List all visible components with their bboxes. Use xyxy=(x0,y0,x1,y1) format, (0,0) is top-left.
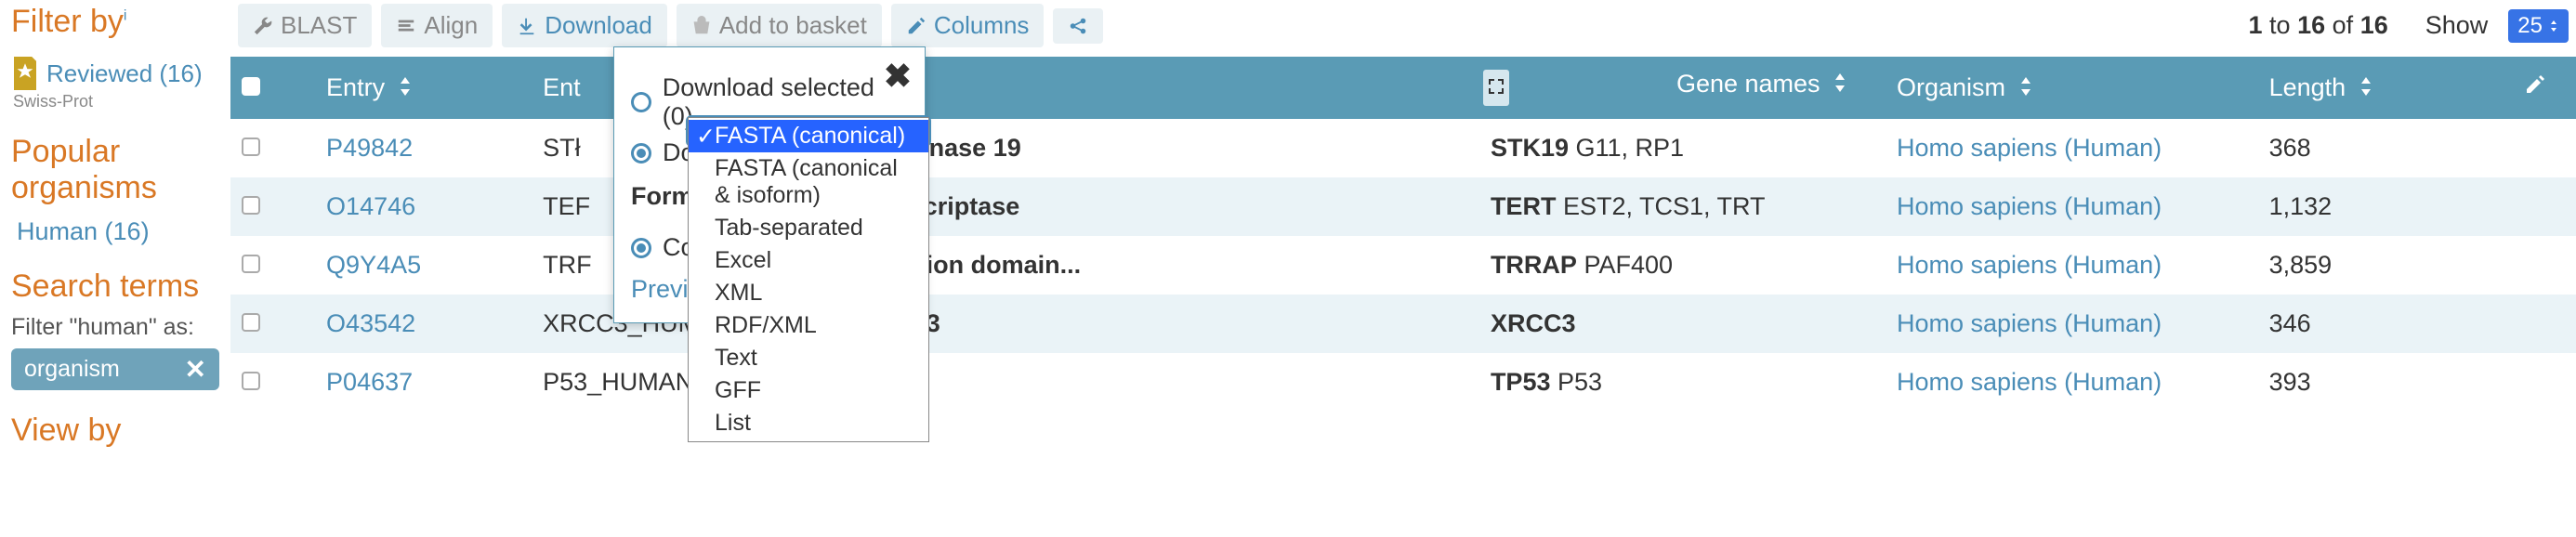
sort-icon xyxy=(398,77,413,96)
entry-link[interactable]: P49842 xyxy=(326,134,413,162)
table-row: O43542 XRCC3_HUMAXRCC3 XRCC3 Homo sapien… xyxy=(230,295,2576,353)
entry-link[interactable]: O14746 xyxy=(326,192,415,220)
reviewed-link[interactable]: Reviewed (16) xyxy=(46,59,203,88)
format-option[interactable]: Excel xyxy=(689,244,928,277)
align-icon xyxy=(396,16,416,36)
row-checkbox[interactable] xyxy=(230,353,315,412)
organism-link[interactable]: Homo sapiens (Human) xyxy=(1897,309,2162,337)
view-by-heading: View by xyxy=(11,413,219,449)
swiss-prot-label: Swiss-Prot xyxy=(13,92,219,111)
gene-cell: STK19 G11, RP1 xyxy=(1479,119,1886,177)
gene-cell: TRRAP PAF400 xyxy=(1479,236,1886,295)
pagination-info: 1 to 16 of 16 xyxy=(2249,11,2388,40)
organism-link[interactable]: Homo sapiens (Human) xyxy=(1897,368,2162,396)
table-row: O14746 TEFe transcriptase TERT EST2, TCS… xyxy=(230,177,2576,236)
results-table: Entry Ent Gene names Organism Length P49… xyxy=(230,57,2576,412)
search-terms-heading: Search terms xyxy=(11,268,219,305)
gene-cell: XRCC3 xyxy=(1479,295,1886,353)
length-header[interactable]: Length xyxy=(2258,57,2495,119)
table-row: P04637 P53_HUMANgen p53 TP53 P53 Homo sa… xyxy=(230,353,2576,412)
format-option[interactable]: Text xyxy=(689,342,928,374)
pencil-icon xyxy=(2524,73,2546,96)
blast-button[interactable]: BLAST xyxy=(238,4,372,47)
length-cell: 346 xyxy=(2258,295,2495,353)
row-checkbox[interactable] xyxy=(230,236,315,295)
organism-header[interactable]: Organism xyxy=(1886,57,2258,119)
popular-organisms-heading: Popular organisms xyxy=(11,134,219,206)
gene-cell: TP53 P53 xyxy=(1479,353,1886,412)
reviewed-star-icon xyxy=(11,57,39,90)
show-label: Show xyxy=(2425,11,2489,40)
gene-cell: TERT EST2, TCS1, TRT xyxy=(1479,177,1886,236)
share-icon xyxy=(1068,16,1088,36)
entry-link[interactable]: O43542 xyxy=(326,309,415,337)
entry-name-cell: P53_HUMANgen p53 xyxy=(532,353,1479,412)
format-option[interactable]: Tab-separated xyxy=(689,212,928,244)
edit-columns-header[interactable] xyxy=(2495,57,2576,119)
close-icon[interactable]: ✖ xyxy=(884,57,912,96)
entry-link[interactable]: Q9Y4A5 xyxy=(326,251,421,279)
format-option[interactable]: List xyxy=(689,407,928,439)
length-cell: 3,859 xyxy=(2258,236,2495,295)
organism-tag[interactable]: organism✕ xyxy=(11,348,219,390)
format-dropdown[interactable]: FASTA (canonical)FASTA (canonical & isof… xyxy=(688,117,929,442)
organism-link[interactable]: Homo sapiens (Human) xyxy=(1897,192,2162,220)
table-row: P49842 STłrotein kinase 19 STK19 G11, RP… xyxy=(230,119,2576,177)
sort-icon xyxy=(2018,77,2033,96)
organism-link[interactable]: Homo sapiens (Human) xyxy=(1897,251,2162,279)
row-checkbox[interactable] xyxy=(230,119,315,177)
format-option[interactable]: GFF xyxy=(689,374,928,407)
filter-by-heading: Filter byi xyxy=(11,4,219,40)
show-select[interactable]: 25 xyxy=(2508,9,2569,43)
organism-link[interactable]: Homo sapiens (Human) xyxy=(1897,134,2162,162)
entry-link[interactable]: P04637 xyxy=(326,368,413,396)
row-checkbox[interactable] xyxy=(230,295,315,353)
format-option[interactable]: FASTA (canonical) xyxy=(689,120,928,152)
length-cell: 393 xyxy=(2258,353,2495,412)
share-button[interactable] xyxy=(1053,8,1103,44)
length-cell: 368 xyxy=(2258,119,2495,177)
basket-icon xyxy=(691,16,712,36)
format-option[interactable]: XML xyxy=(689,277,928,309)
length-cell: 1,132 xyxy=(2258,177,2495,236)
select-all-header[interactable] xyxy=(230,57,315,119)
table-row: Q9Y4A5 TRFnscription domain... TRRAP PAF… xyxy=(230,236,2576,295)
filter-as-label: Filter "human" as: xyxy=(11,314,219,341)
download-button[interactable]: Download xyxy=(502,4,667,47)
align-button[interactable]: Align xyxy=(381,4,493,47)
info-icon[interactable]: i xyxy=(124,8,127,24)
columns-button[interactable]: Columns xyxy=(891,4,1045,47)
human-filter-link[interactable]: Human (16) xyxy=(17,217,150,246)
format-option[interactable]: RDF/XML xyxy=(689,309,928,342)
sort-icon xyxy=(2359,77,2373,96)
pencil-icon xyxy=(906,16,927,36)
gene-header[interactable]: Gene names xyxy=(1479,57,1886,119)
wrench-icon xyxy=(253,16,273,36)
row-checkbox[interactable] xyxy=(230,177,315,236)
chevron-updown-icon xyxy=(2548,20,2559,32)
entry-header[interactable]: Entry xyxy=(315,57,532,119)
format-option[interactable]: FASTA (canonical & isoform) xyxy=(689,152,928,212)
expand-icon xyxy=(1487,77,1505,96)
remove-tag-icon[interactable]: ✕ xyxy=(185,354,206,385)
add-to-basket-button[interactable]: Add to basket xyxy=(677,4,882,47)
download-icon xyxy=(517,16,537,36)
sort-icon xyxy=(1833,73,1847,92)
